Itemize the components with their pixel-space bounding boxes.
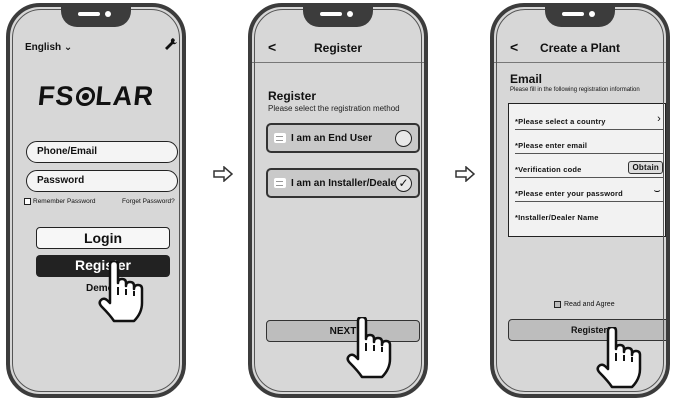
- password-field[interactable]: *Please enter your password ⌣: [515, 182, 663, 202]
- section-subtitle: Please select the registration method: [268, 104, 400, 113]
- section-heading: Email: [510, 72, 543, 86]
- language-selector[interactable]: English ⌄: [25, 42, 72, 53]
- eye-toggle-icon[interactable]: ⌣: [654, 185, 661, 198]
- register-header: < Register: [252, 35, 424, 63]
- option-label: I am an Installer/Dealer: [291, 177, 400, 189]
- phone-notch: [61, 7, 131, 27]
- login-button[interactable]: Login: [36, 227, 170, 249]
- tapping-hand-icon: [596, 327, 642, 389]
- right-arrow-icon: [455, 166, 475, 182]
- phone-notch: [545, 7, 615, 27]
- read-and-agree-checkbox[interactable]: Read and Agree: [554, 301, 615, 308]
- section-heading: Register: [268, 89, 317, 103]
- language-label: English: [25, 42, 62, 53]
- installer-dealer-name-field[interactable]: *Installer/Dealer Name: [515, 206, 663, 226]
- password-input[interactable]: Password: [26, 170, 178, 192]
- page-title: Register: [313, 41, 363, 55]
- wrench-icon[interactable]: [164, 37, 178, 54]
- forget-password-link[interactable]: Forget Password?: [122, 198, 175, 205]
- chevron-down-icon: ⌄: [63, 42, 73, 53]
- radio-unchecked-icon[interactable]: [395, 130, 412, 147]
- phone-login-screen: English ⌄ FS LAR Phone/Email Password Rem…: [6, 3, 186, 398]
- option-label: I am an End User: [291, 132, 373, 144]
- email-field[interactable]: *Please enter email: [515, 134, 663, 154]
- registration-form: *Please select a country › *Please enter…: [508, 103, 666, 237]
- checkbox-icon: [24, 198, 31, 205]
- verification-code-field[interactable]: *Verification code Obtain: [515, 158, 663, 178]
- chevron-right-icon: ›: [657, 113, 661, 125]
- page-title: Create a Plant: [539, 41, 621, 55]
- tapping-hand-icon: [346, 317, 392, 379]
- phone-email-input[interactable]: Phone/Email: [26, 141, 178, 163]
- phone-register-method-screen: < Register Register Please select the re…: [248, 3, 428, 398]
- sun-logo-icon: [74, 87, 96, 106]
- section-subtitle: Please fill in the following registratio…: [510, 87, 640, 93]
- user-card-icon: [274, 178, 286, 188]
- next-button[interactable]: NEXT: [266, 320, 420, 342]
- installer-dealer-option[interactable]: I am an Installer/Dealer ✓: [266, 168, 420, 198]
- obtain-code-button[interactable]: Obtain: [628, 161, 663, 174]
- radio-checked-icon[interactable]: ✓: [395, 175, 412, 192]
- country-select[interactable]: *Please select a country ›: [515, 110, 663, 130]
- remember-password-checkbox[interactable]: Remember Password: [24, 198, 96, 205]
- phone-create-plant-screen: < Create a Plant Email Please fill in th…: [490, 3, 670, 398]
- fsolar-logo: FS LAR: [36, 81, 156, 111]
- right-arrow-icon: [213, 166, 233, 182]
- end-user-option[interactable]: I am an End User: [266, 123, 420, 153]
- create-plant-header: < Create a Plant: [494, 35, 666, 63]
- user-card-icon: [274, 133, 286, 143]
- phone-notch: [303, 7, 373, 27]
- checkbox-icon: [554, 301, 561, 308]
- tapping-hand-icon: [98, 261, 144, 323]
